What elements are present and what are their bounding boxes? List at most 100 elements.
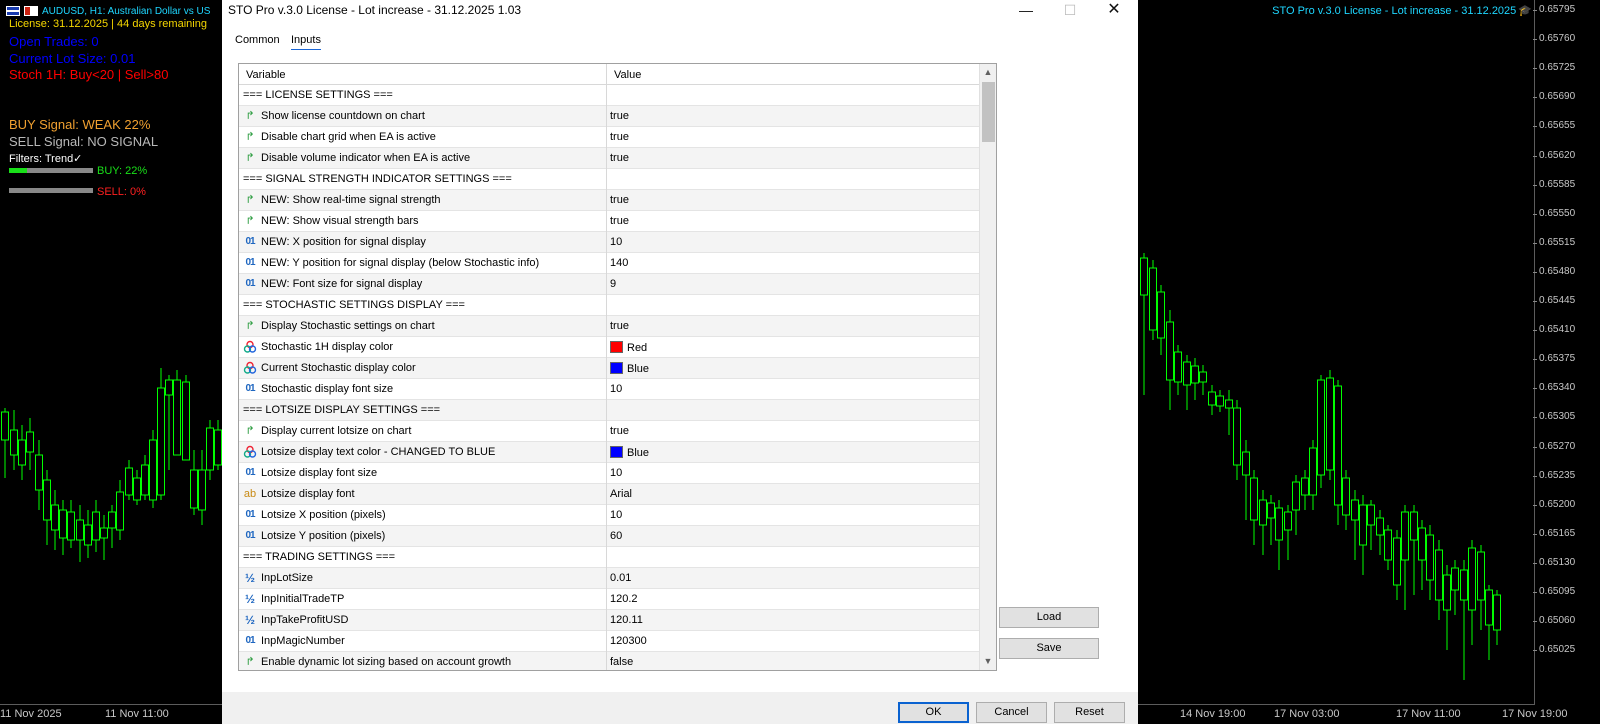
column-separator[interactable]	[606, 64, 607, 670]
input-value-text: Blue	[627, 363, 650, 375]
input-value[interactable]: 10	[610, 509, 622, 521]
candle-body	[1199, 371, 1207, 383]
input-value[interactable]: 10	[610, 383, 622, 395]
left-candlestick-chart[interactable]	[0, 0, 222, 704]
left-chart-panel[interactable]: AUDUSD, H1: Australian Dollar vs US Lice…	[0, 0, 222, 724]
filters-label: Filters: Trend✓	[9, 153, 83, 165]
price-axis-line	[1534, 0, 1535, 704]
graduation-cap-icon[interactable]: 🎓	[1518, 5, 1532, 17]
input-row[interactable]: Current Stochastic display color Blue	[239, 358, 979, 379]
cancel-button[interactable]: Cancel	[976, 702, 1047, 723]
input-row[interactable]: 01 Stochastic display font size 10	[239, 379, 979, 400]
input-value[interactable]: 140	[610, 257, 628, 269]
input-value[interactable]: true	[610, 425, 629, 437]
scroll-up-icon[interactable]: ▲	[980, 64, 996, 81]
minimize-button[interactable]: —	[1004, 0, 1048, 22]
section-header-row[interactable]: === SIGNAL STRENGTH INDICATOR SETTINGS =…	[239, 169, 979, 190]
input-row[interactable]: ½ InpLotSize 0.01	[239, 568, 979, 589]
input-value[interactable]: false	[610, 656, 633, 668]
input-value[interactable]: true	[610, 110, 629, 122]
reset-button[interactable]: Reset	[1054, 702, 1125, 723]
right-candlestick-chart[interactable]	[1138, 0, 1534, 704]
input-value[interactable]: true	[610, 152, 629, 164]
input-value[interactable]: 10	[610, 236, 622, 248]
section-header-row[interactable]: === LOTSIZE DISPLAY SETTINGS ===	[239, 400, 979, 421]
input-row[interactable]: ½ InpTakeProfitUSD 120.11	[239, 610, 979, 631]
input-row[interactable]: 01 Lotsize Y position (pixels) 60	[239, 526, 979, 547]
license-status: License: 31.12.2025 | 44 days remaining	[9, 18, 207, 30]
inputs-grid[interactable]: Variable Value === LICENSE SETTINGS === ↱…	[238, 63, 997, 671]
input-value[interactable]: Red	[610, 341, 647, 354]
input-value[interactable]: true	[610, 131, 629, 143]
price-label: 0.65410	[1532, 324, 1576, 336]
input-value[interactable]: Blue	[610, 446, 649, 459]
input-value[interactable]: Blue	[610, 362, 649, 375]
input-row[interactable]: ↱ Display current lotsize on chart true	[239, 421, 979, 442]
left-time-axis-line	[0, 704, 222, 705]
tab-common[interactable]: Common	[235, 34, 280, 46]
candle-body	[1275, 507, 1283, 541]
input-row[interactable]: 01 InpMagicNumber 120300	[239, 631, 979, 652]
input-row[interactable]: ab Lotsize display font Arial	[239, 484, 979, 505]
input-value[interactable]: 9	[610, 278, 616, 290]
input-value[interactable]: 10	[610, 467, 622, 479]
input-row[interactable]: ↱ Enable dynamic lot sizing based on acco…	[239, 652, 979, 670]
color-circles-icon	[243, 445, 257, 459]
integer-01-icon: 01	[245, 278, 255, 289]
input-row[interactable]: ↱ Disable chart grid when EA is active tru…	[239, 127, 979, 148]
input-row[interactable]: ↱ Show license countdown on chart true	[239, 106, 979, 127]
input-value[interactable]: 60	[610, 530, 622, 542]
usa-flag-icon	[24, 6, 38, 16]
candle-body	[84, 524, 92, 546]
column-header-variable[interactable]: Variable	[246, 69, 286, 81]
dialog-titlebar[interactable]: STO Pro v.3.0 License - Lot increase - 3…	[222, 0, 1138, 22]
grid-vertical-scrollbar[interactable]: ▲ ▼	[979, 64, 996, 670]
candle-body	[67, 511, 75, 541]
dialog-footer: OK Cancel Reset	[222, 692, 1138, 724]
section-header-row[interactable]: === TRADING SETTINGS ===	[239, 547, 979, 568]
input-row[interactable]: ↱ NEW: Show real-time signal strength true	[239, 190, 979, 211]
section-header-row[interactable]: === LICENSE SETTINGS ===	[239, 85, 979, 106]
input-variable-name: NEW: Y position for signal display (belo…	[261, 257, 540, 269]
input-row[interactable]: ↱ Disable volume indicator when EA is act…	[239, 148, 979, 169]
input-value-text: false	[610, 656, 634, 668]
input-value-text: true	[610, 110, 629, 122]
input-row[interactable]: 01 NEW: Y position for signal display (be…	[239, 253, 979, 274]
right-chart-panel[interactable]: STO Pro v.3.0 License - Lot increase - 3…	[1138, 0, 1600, 724]
input-value[interactable]: true	[610, 215, 629, 227]
input-row[interactable]: ½ InpInitialTradeTP 120.2	[239, 589, 979, 610]
input-row[interactable]: ↱ Display Stochastic settings on chart tru…	[239, 316, 979, 337]
candle-body	[1367, 504, 1375, 526]
scrollbar-thumb[interactable]	[982, 82, 995, 142]
input-value[interactable]: true	[610, 320, 629, 332]
ok-button[interactable]: OK	[898, 702, 969, 723]
input-row[interactable]: 01 NEW: Font size for signal display 9	[239, 274, 979, 295]
input-row[interactable]: ↱ NEW: Show visual strength bars true	[239, 211, 979, 232]
input-row[interactable]: 01 NEW: X position for signal display 10	[239, 232, 979, 253]
section-header-row[interactable]: === STOCHASTIC SETTINGS DISPLAY ===	[239, 295, 979, 316]
input-row[interactable]: 01 Lotsize X position (pixels) 10	[239, 505, 979, 526]
input-value[interactable]: 120.2	[610, 593, 638, 605]
input-row[interactable]: Stochastic 1H display color Red	[239, 337, 979, 358]
maximize-button[interactable]: ☐	[1048, 0, 1092, 22]
dialog-tabs: Common Inputs	[222, 22, 1138, 52]
ea-properties-dialog[interactable]: STO Pro v.3.0 License - Lot increase - 3…	[222, 0, 1138, 724]
save-button[interactable]: Save	[999, 638, 1099, 659]
integer-01-icon: 01	[245, 509, 255, 520]
input-variable-name: InpMagicNumber	[261, 635, 345, 647]
input-row[interactable]: 01 Lotsize display font size 10	[239, 463, 979, 484]
input-value[interactable]: 0.01	[610, 572, 631, 584]
candle-body	[198, 469, 206, 511]
input-value[interactable]: Arial	[610, 488, 632, 500]
input-row[interactable]: Lotsize display text color - CHANGED TO …	[239, 442, 979, 463]
input-value[interactable]: true	[610, 194, 629, 206]
scroll-down-icon[interactable]: ▼	[980, 653, 996, 670]
close-button[interactable]: ✕	[1092, 0, 1136, 22]
sell-strength-bar	[9, 188, 93, 193]
column-header-value[interactable]: Value	[614, 69, 641, 81]
integer-01-icon: 01	[245, 236, 255, 247]
input-value[interactable]: 120300	[610, 635, 647, 647]
load-button[interactable]: Load	[999, 607, 1099, 628]
input-value[interactable]: 120.11	[610, 614, 643, 626]
tab-inputs[interactable]: Inputs	[291, 34, 321, 50]
